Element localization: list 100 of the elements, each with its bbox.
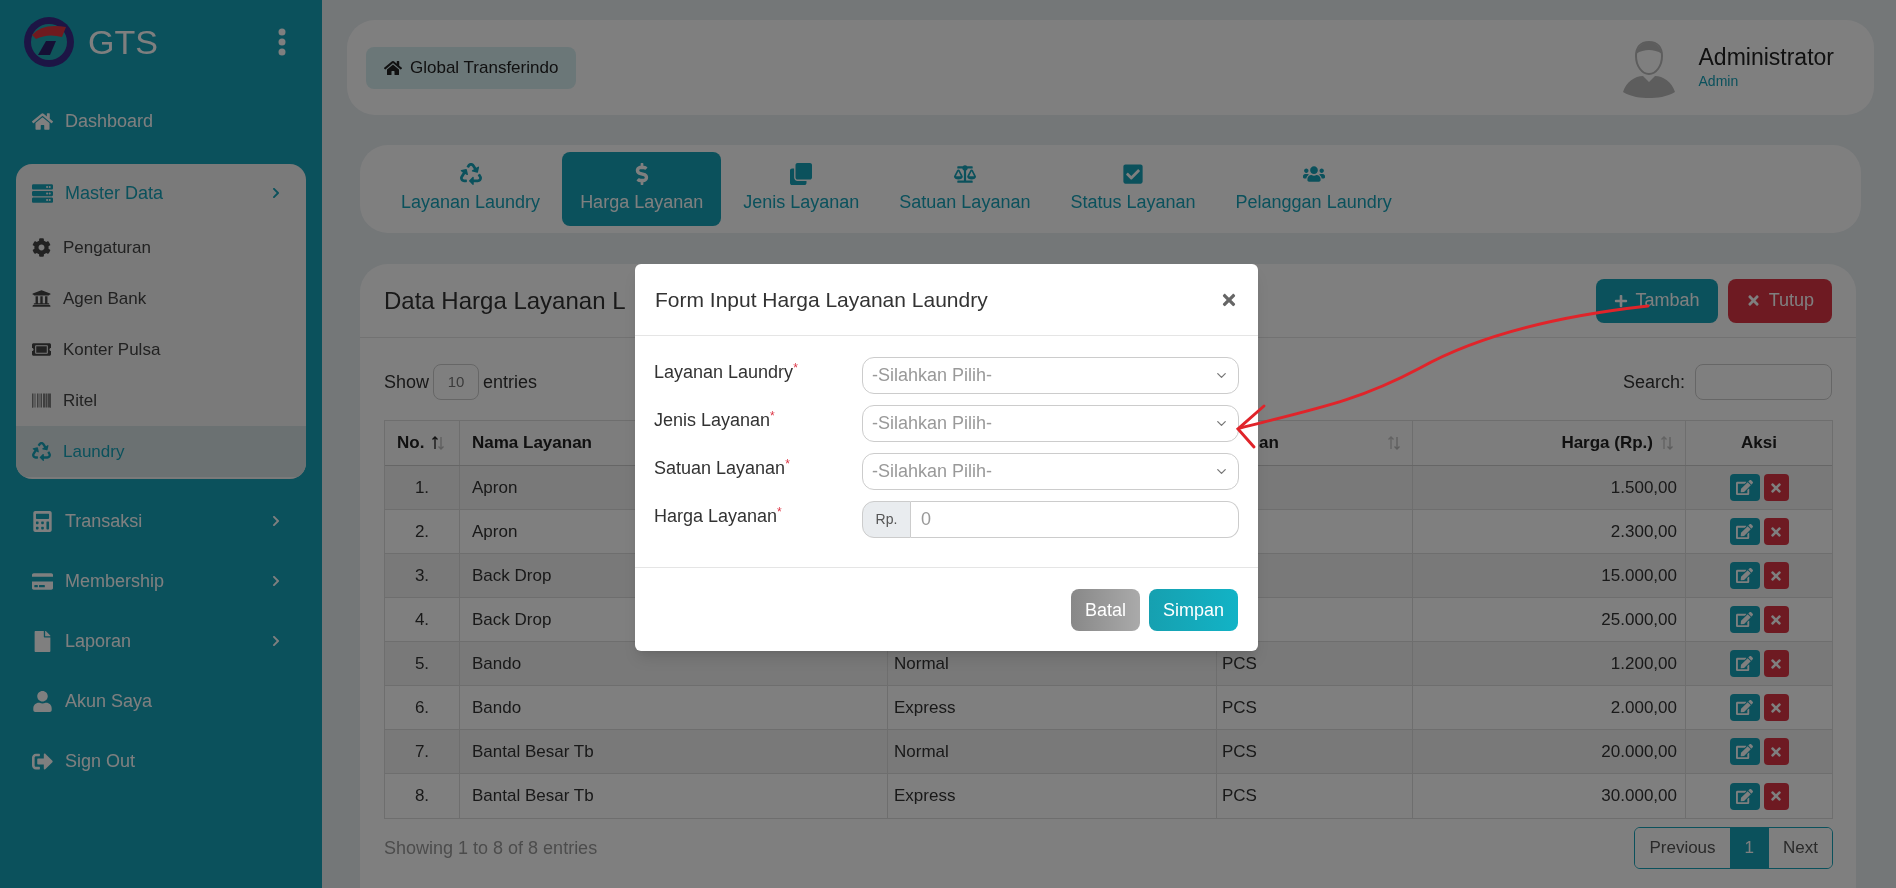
more-icon[interactable] [278, 28, 286, 56]
chevron-icon [270, 635, 282, 647]
delete-button[interactable] [1763, 650, 1789, 677]
table-cell-text: 1.500,00 [1610, 476, 1677, 499]
panel-title: Data Harga Layanan L [384, 285, 626, 316]
delete-button[interactable] [1763, 562, 1789, 589]
column-header[interactable]: Nama Layanan [472, 430, 592, 456]
search-label: Search: [1622, 370, 1685, 394]
table-cell-text: PCS [1222, 696, 1257, 719]
edit-button[interactable] [1729, 650, 1760, 677]
column-header[interactable]: Aksi [1741, 430, 1777, 456]
field-label: Layanan Laundry$^{*}$ [654, 360, 799, 384]
column-header[interactable]: an [1259, 430, 1380, 456]
search-field[interactable] [1695, 364, 1832, 400]
add-button[interactable]: Tambah [1595, 278, 1718, 323]
sidebar-item[interactable]: Akun Saya [16, 671, 306, 731]
cancel-button[interactable]: Batal [1070, 589, 1140, 631]
delete-button[interactable] [1763, 518, 1789, 545]
scale-icon [953, 162, 976, 185]
table-cell-text: Express [894, 785, 956, 808]
table-cell-text: 2.000,00 [1610, 696, 1677, 719]
column-header[interactable]: Harga (Rp.) [1561, 430, 1653, 456]
sidebar-item[interactable]: Laporan [16, 611, 306, 671]
sidebar-subitem[interactable]: Agen Bank [16, 273, 306, 324]
table-cell-text: 1.200,00 [1610, 652, 1677, 675]
tab[interactable]: Satuan Layanan [881, 152, 1049, 226]
user-role: Admin [1698, 72, 1740, 92]
edit-icon [1736, 655, 1753, 672]
delete-button[interactable] [1763, 474, 1789, 501]
page-size-select[interactable]: 10 [433, 364, 480, 400]
table-cell-text: 6. [414, 696, 430, 719]
tab[interactable]: Harga Layanan [562, 152, 722, 226]
edit-icon [1736, 787, 1753, 805]
sort-icon[interactable] [432, 435, 445, 451]
recycle-icon [459, 162, 482, 185]
table-cell-text: Bantal Besar Tb [472, 740, 594, 763]
file-icon [32, 630, 53, 652]
edit-icon [1736, 523, 1753, 540]
sidebar-item[interactable]: Dashboard [16, 91, 170, 151]
edit-icon [1736, 611, 1753, 628]
plus-icon [1613, 293, 1628, 308]
select-field[interactable]: -Silahkan Pilih- [862, 453, 1239, 490]
table-cell-text: 5. [414, 652, 430, 675]
sidebar-item[interactable]: Sign Out [16, 731, 306, 791]
close-icon [1769, 656, 1783, 671]
sidebar-item[interactable]: Membership [16, 551, 306, 611]
edit-button[interactable] [1729, 738, 1760, 765]
tab[interactable]: Status Layanan [1052, 152, 1214, 226]
chevron-icon [270, 515, 282, 527]
sidebar-subitem[interactable]: Pengaturan [16, 222, 306, 273]
close-button[interactable]: Tutup [1727, 278, 1832, 323]
column-header[interactable]: No. [397, 430, 425, 456]
table-cell-text: PCS [1222, 652, 1257, 675]
field-label: Satuan Layanan$^{*}$ [654, 456, 791, 480]
delete-button[interactable] [1763, 782, 1789, 810]
checkbox-icon [1122, 162, 1144, 185]
table-cell-text: Apron [472, 520, 518, 543]
select-field[interactable]: -Silahkan Pilih- [862, 357, 1239, 394]
currency-prefix: Rp. [862, 501, 911, 538]
delete-button[interactable] [1763, 738, 1789, 765]
close-icon [1769, 480, 1783, 495]
table-cell-text: 30.000,00 [1601, 785, 1677, 808]
home-icon [32, 110, 53, 132]
delete-button[interactable] [1763, 606, 1789, 633]
table-cell-text: 25.000,00 [1601, 608, 1677, 631]
calculator-icon [32, 510, 53, 532]
breadcrumb-button[interactable]: Global Transferindo [366, 46, 577, 89]
sidebar-subitem[interactable]: Laundry [16, 426, 306, 477]
price-field[interactable]: 0 [911, 501, 1239, 538]
table-cell-text: 3. [414, 564, 430, 587]
sidebar-item[interactable]: Transaksi [16, 491, 306, 551]
edit-button[interactable] [1729, 474, 1760, 501]
table-cell-text: 7. [414, 740, 430, 763]
pagination-button[interactable]: 1 [1729, 828, 1769, 868]
table-cell-text: 4. [414, 608, 430, 631]
sidebar-subitem[interactable]: Ritel [16, 375, 306, 426]
copy-icon [790, 162, 813, 185]
ticket-icon [32, 340, 51, 359]
delete-button[interactable] [1763, 694, 1789, 721]
table-cell-text: Back Drop [472, 608, 552, 631]
select-field[interactable]: -Silahkan Pilih- [862, 405, 1239, 442]
edit-button[interactable] [1729, 694, 1760, 721]
bank-icon [32, 289, 51, 308]
sidebar-subitem[interactable]: Konter Pulsa [16, 324, 306, 375]
table-cell-text: 15.000,00 [1601, 564, 1677, 587]
pagination-button[interactable]: Next [1768, 828, 1832, 868]
brand-name: GTS [88, 21, 159, 63]
tab[interactable]: Jenis Layanan [725, 152, 878, 226]
tab[interactable]: Pelanggan Laundry [1217, 152, 1410, 226]
edit-button[interactable] [1729, 782, 1760, 810]
sidebar-item[interactable]: Master Data [16, 164, 306, 222]
tab[interactable]: Layanan Laundry [383, 152, 559, 226]
table-cell-text: 8. [414, 785, 430, 808]
chevron-icon [270, 575, 282, 587]
edit-button[interactable] [1729, 518, 1760, 545]
edit-button[interactable] [1729, 562, 1760, 589]
user-icon [32, 690, 53, 712]
table-cell-text: PCS [1222, 740, 1257, 763]
save-button[interactable]: Simpan [1148, 589, 1238, 631]
edit-button[interactable] [1729, 606, 1760, 633]
